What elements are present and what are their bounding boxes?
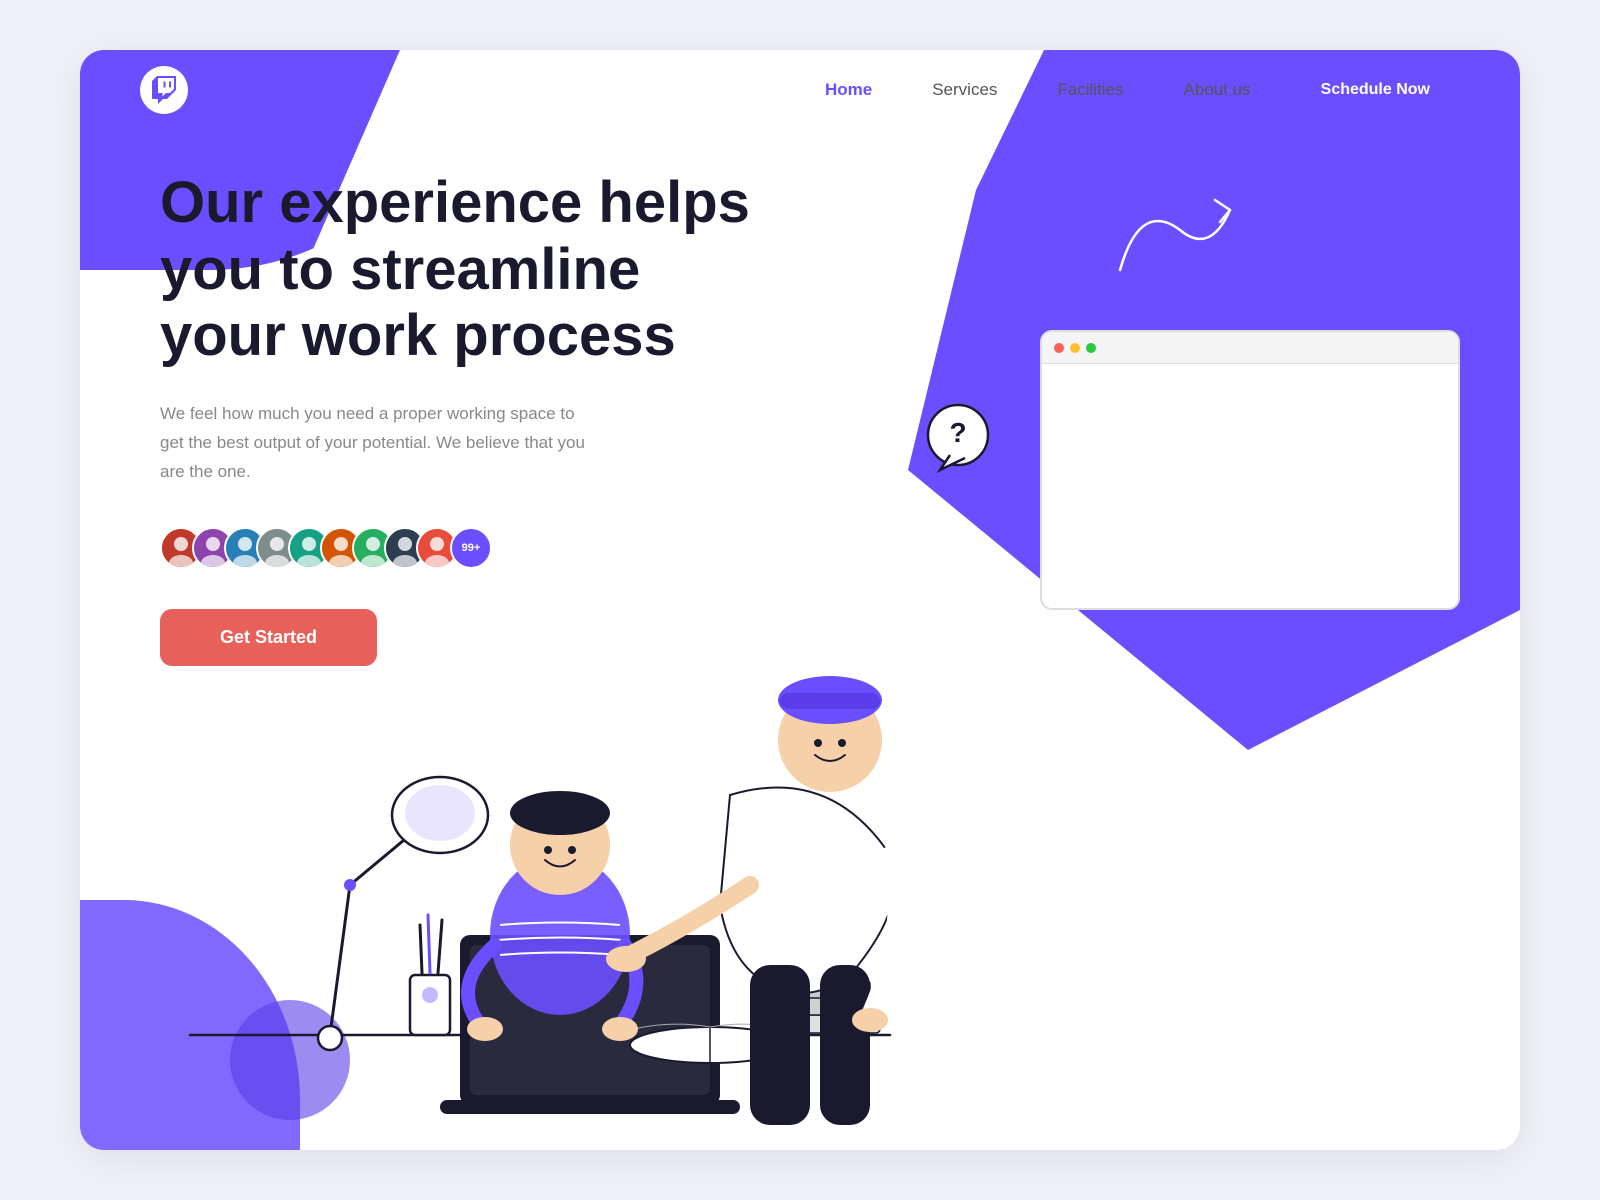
- nav-facilities[interactable]: Facilities: [1057, 80, 1123, 100]
- schedule-now-button[interactable]: Schedule Now: [1291, 67, 1460, 113]
- browser-bar: [1042, 332, 1458, 364]
- hero-subtitle: We feel how much you need a proper worki…: [160, 400, 600, 487]
- speech-bubble: ?: [920, 400, 1000, 480]
- page-wrapper: Home Services Facilities About us Schedu…: [80, 50, 1520, 1150]
- browser-dot-green: [1086, 343, 1096, 353]
- main-illustration: [130, 505, 1520, 1130]
- hero-title: Our experience helps you to streamline y…: [160, 170, 760, 370]
- squiggle-decoration: [1100, 180, 1260, 305]
- navbar: Home Services Facilities About us Schedu…: [80, 50, 1520, 130]
- nav-links: Home Services Facilities About us: [825, 80, 1251, 100]
- nav-about[interactable]: About us: [1184, 80, 1251, 100]
- browser-dot-red: [1054, 343, 1064, 353]
- nav-services[interactable]: Services: [932, 80, 997, 100]
- nav-home[interactable]: Home: [825, 80, 872, 100]
- svg-text:?: ?: [949, 417, 966, 448]
- browser-dot-yellow: [1070, 343, 1080, 353]
- logo[interactable]: [140, 66, 188, 114]
